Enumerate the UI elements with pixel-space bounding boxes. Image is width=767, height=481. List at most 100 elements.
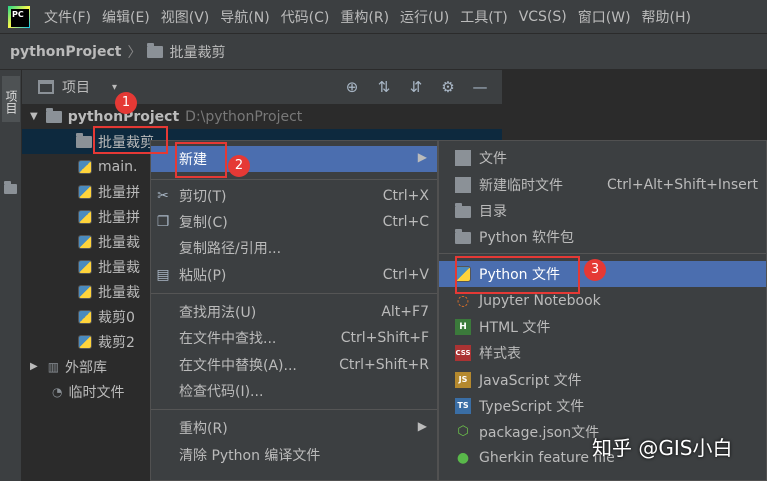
menu-window[interactable]: 窗口(W) bbox=[578, 7, 631, 27]
submenu-item-stylesheet[interactable]: CSS 样式表 bbox=[439, 340, 766, 366]
tree-item-label: 临时文件 bbox=[68, 384, 125, 401]
menu-item-label: 粘贴(P) bbox=[179, 268, 227, 284]
tree-item-label: 批量裁 bbox=[98, 259, 140, 276]
tree-external-libraries[interactable]: ▶ ▥ 外部库 bbox=[30, 354, 107, 379]
menu-item-find-in-files[interactable]: 在文件中查找... Ctrl+Shift+F bbox=[151, 325, 437, 351]
list-item[interactable]: 裁剪0 bbox=[78, 304, 135, 329]
menu-vcs[interactable]: VCS(S) bbox=[519, 9, 567, 25]
menu-run[interactable]: 运行(U) bbox=[400, 7, 449, 27]
tree-item-label: 批量裁 bbox=[98, 234, 140, 251]
collapse-all-icon[interactable]: ⇵ bbox=[406, 77, 426, 97]
menu-item-label: 剪切(T) bbox=[179, 189, 227, 205]
tool-window-strip: 项目 bbox=[0, 70, 22, 481]
folder-icon bbox=[4, 181, 17, 194]
separator bbox=[439, 253, 766, 254]
menu-item-cut[interactable]: ✂ 剪切(T) Ctrl+X bbox=[151, 183, 437, 209]
chevron-down-icon[interactable]: ▼ bbox=[30, 111, 38, 122]
submenu-item-scratch-file[interactable]: 新建临时文件 Ctrl+Alt+Shift+Insert bbox=[439, 172, 766, 198]
python-file-icon bbox=[78, 259, 92, 274]
menu-item-label: 清除 Python 编译文件 bbox=[179, 448, 321, 464]
menu-item-label: 样式表 bbox=[479, 346, 521, 362]
submenu-item-directory[interactable]: 目录 bbox=[439, 198, 766, 224]
minimize-icon[interactable]: — bbox=[470, 77, 490, 97]
python-file-icon bbox=[78, 159, 92, 174]
menu-tools[interactable]: 工具(T) bbox=[460, 7, 507, 27]
menu-item-label: 复制路径/引用... bbox=[179, 241, 282, 257]
menu-item-find-usages[interactable]: 查找用法(U) Alt+F7 bbox=[151, 299, 437, 325]
submenu-item-html[interactable]: H HTML 文件 bbox=[439, 314, 766, 340]
breadcrumb-separator: 〉 bbox=[127, 44, 142, 61]
submenu-item-file[interactable]: 文件 bbox=[439, 145, 766, 171]
menu-item-label: JavaScript 文件 bbox=[479, 373, 582, 389]
menu-view[interactable]: 视图(V) bbox=[161, 7, 210, 27]
menu-item-replace-in-files[interactable]: 在文件中替换(A)... Ctrl+Shift+R bbox=[151, 352, 437, 378]
chevron-right-icon: ▶ bbox=[417, 419, 427, 433]
annotation-box-folder bbox=[93, 126, 168, 154]
menu-item-label: 重构(R) bbox=[179, 421, 228, 437]
context-menu: 新建 ▶ ✂ 剪切(T) Ctrl+X ❐ 复制(C) Ctrl+C 复制路径/… bbox=[150, 140, 438, 481]
tree-item-label: 裁剪0 bbox=[98, 309, 135, 326]
panel-title[interactable]: 项目 bbox=[62, 77, 90, 97]
menu-refactor[interactable]: 重构(R) bbox=[340, 7, 389, 27]
list-item[interactable]: 批量裁 bbox=[78, 254, 140, 279]
menu-item-clean-python-compiled[interactable]: 清除 Python 编译文件 bbox=[151, 442, 437, 468]
watermark: 知乎 @GIS小白 bbox=[592, 436, 733, 460]
menu-item-inspect-code[interactable]: 检查代码(I)... bbox=[151, 378, 437, 404]
css-icon: CSS bbox=[455, 345, 471, 361]
menu-item-label: 在文件中查找... bbox=[179, 331, 277, 347]
tree-item-label: 批量裁 bbox=[98, 284, 140, 301]
annotation-badge-3: 3 bbox=[584, 259, 606, 281]
menu-edit[interactable]: 编辑(E) bbox=[102, 7, 150, 27]
submenu-item-javascript[interactable]: JS JavaScript 文件 bbox=[439, 367, 766, 393]
menu-item-label: Jupyter Notebook bbox=[479, 293, 601, 309]
shortcut-label: Ctrl+Shift+F bbox=[340, 330, 429, 346]
expand-all-icon[interactable]: ⇅ bbox=[374, 77, 394, 97]
menu-item-copy[interactable]: ❐ 复制(C) Ctrl+C bbox=[151, 209, 437, 235]
menu-item-refactor[interactable]: 重构(R) ▶ bbox=[151, 415, 437, 441]
python-file-icon bbox=[78, 284, 92, 299]
menu-file[interactable]: 文件(F) bbox=[44, 7, 91, 27]
list-item[interactable]: 批量拼 bbox=[78, 179, 140, 204]
list-item[interactable]: main. bbox=[78, 154, 137, 179]
js-icon: JS bbox=[455, 372, 471, 388]
shortcut-label: Ctrl+X bbox=[382, 188, 429, 204]
shortcut-label: Ctrl+C bbox=[382, 214, 429, 230]
scratch-icon: ◔ bbox=[52, 384, 63, 399]
menu-help[interactable]: 帮助(H) bbox=[642, 7, 691, 27]
list-item[interactable]: 批量裁 bbox=[78, 279, 140, 304]
gear-icon[interactable]: ⚙ bbox=[438, 77, 458, 97]
gherkin-icon: ● bbox=[456, 450, 470, 466]
project-tool-tab[interactable]: 项目 bbox=[2, 76, 20, 122]
tree-item-label: 批量拼 bbox=[98, 184, 140, 201]
breadcrumb-folder[interactable]: 批量裁剪 bbox=[169, 42, 225, 62]
locate-icon[interactable]: ⊕ bbox=[342, 77, 362, 97]
menu-item-label: 复制(C) bbox=[179, 215, 228, 231]
scissors-icon: ✂ bbox=[157, 188, 169, 204]
menu-item-label: Python 软件包 bbox=[479, 230, 574, 246]
new-submenu: 文件 新建临时文件 Ctrl+Alt+Shift+Insert 目录 Pytho… bbox=[438, 140, 767, 481]
chevron-right-icon[interactable]: ▶ bbox=[30, 361, 38, 372]
menu-item-label: 查找用法(U) bbox=[179, 305, 257, 321]
breadcrumb-project[interactable]: pythonProject bbox=[10, 44, 121, 60]
list-item[interactable]: 裁剪2 bbox=[78, 329, 135, 354]
list-item[interactable]: 批量裁 bbox=[78, 229, 140, 254]
python-file-icon bbox=[78, 309, 92, 324]
menu-code[interactable]: 代码(C) bbox=[281, 7, 330, 27]
chevron-down-icon[interactable]: ▾ bbox=[112, 82, 117, 93]
html-icon: H bbox=[455, 319, 471, 335]
tree-scratches[interactable]: ◔ 临时文件 bbox=[52, 379, 124, 404]
menu-item-paste[interactable]: ▤ 粘贴(P) Ctrl+V bbox=[151, 262, 437, 288]
menu-navigate[interactable]: 导航(N) bbox=[220, 7, 269, 27]
shortcut-label: Ctrl+Alt+Shift+Insert bbox=[606, 177, 758, 193]
submenu-item-python-package[interactable]: Python 软件包 bbox=[439, 224, 766, 250]
menu-item-copy-path[interactable]: 复制路径/引用... bbox=[151, 235, 437, 261]
nodejs-icon: ⬡ bbox=[457, 424, 469, 439]
annotation-badge-2: 2 bbox=[228, 155, 250, 177]
breadcrumb: pythonProject 〉 批量裁剪 bbox=[0, 34, 767, 70]
list-item[interactable]: 批量拼 bbox=[78, 204, 140, 229]
tree-item-label: 裁剪2 bbox=[98, 334, 135, 351]
submenu-item-typescript[interactable]: TS TypeScript 文件 bbox=[439, 393, 766, 419]
tree-item-label: 外部库 bbox=[65, 359, 108, 376]
project-window-icon bbox=[38, 80, 54, 94]
menu-item-label: TypeScript 文件 bbox=[479, 399, 585, 415]
